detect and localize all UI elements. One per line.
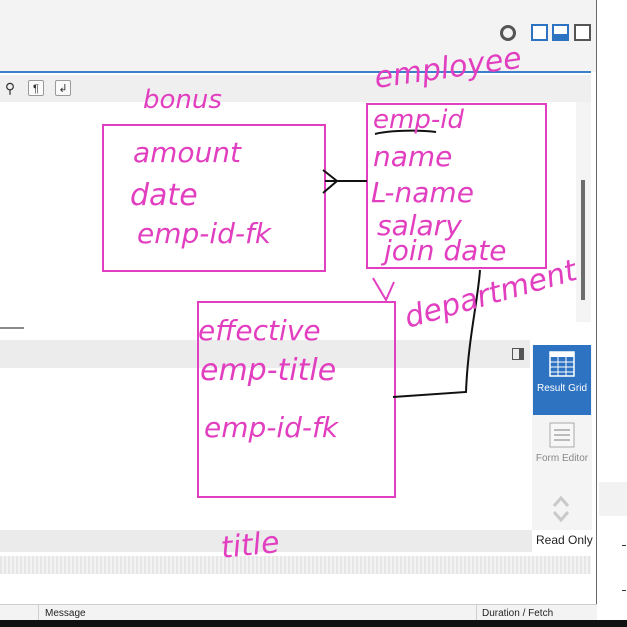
employee-field: L-name <box>371 176 474 209</box>
employee-entity-name: employee <box>372 41 524 96</box>
hand-drawn-er-diagram: bonus employee title department amount d… <box>102 41 582 566</box>
bonus-field: amount <box>133 136 242 169</box>
title-entity-name: title <box>219 525 281 566</box>
employee-field: name <box>373 140 452 173</box>
title-field: emp-title <box>200 353 336 388</box>
bonus-field: emp-id-fk <box>137 217 273 250</box>
bonus-entity-name: bonus <box>143 85 222 115</box>
title-field: effective <box>198 314 321 347</box>
title-field: emp-id-fk <box>204 411 340 444</box>
employee-field: join date <box>380 234 506 267</box>
annotation-tick <box>372 277 395 303</box>
bonus-field: date <box>130 178 198 213</box>
employee-field: emp-id <box>373 105 464 135</box>
bonus-employee-relationship <box>322 169 367 194</box>
